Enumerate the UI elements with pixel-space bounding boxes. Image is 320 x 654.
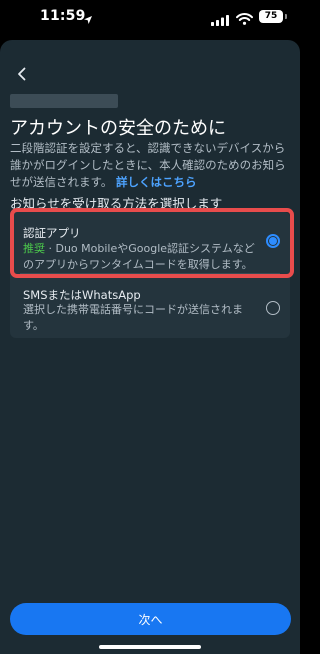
battery-tip [285,14,287,19]
home-indicator [99,645,201,649]
page-description: 二段階認証を設定すると、認識できないデバイスから誰かがログインしたときに、本人確… [10,140,292,191]
option-sms-whatsapp[interactable]: SMSまたはWhatsApp 選択した携帯電話番号にコードが送信されます。 [10,274,290,338]
status-bar: 11:59 75 [0,0,300,40]
back-button[interactable] [10,62,34,86]
learn-more-link[interactable]: 詳しくはこちら [116,175,197,189]
page-title: アカウントの安全のために [10,118,226,139]
account-name-redacted [10,94,118,108]
next-button[interactable]: 次へ [10,603,291,635]
signal-icon [211,11,229,30]
status-time: 11:59 [40,8,86,24]
radio-unselected[interactable] [266,301,280,315]
location-arrow-icon [83,10,93,29]
chevron-left-icon [18,67,26,81]
option-title: SMSまたはWhatsApp [23,288,141,302]
two-factor-sheet: アカウントの安全のために 二段階認証を設定すると、認識できないデバイスから誰かが… [0,40,300,654]
option-description: 選択した携帯電話番号にコードが送信されます。 [23,303,243,332]
annotation-highlight-box [10,208,294,278]
wifi-icon [236,10,253,29]
battery-indicator: 75 [259,10,283,23]
